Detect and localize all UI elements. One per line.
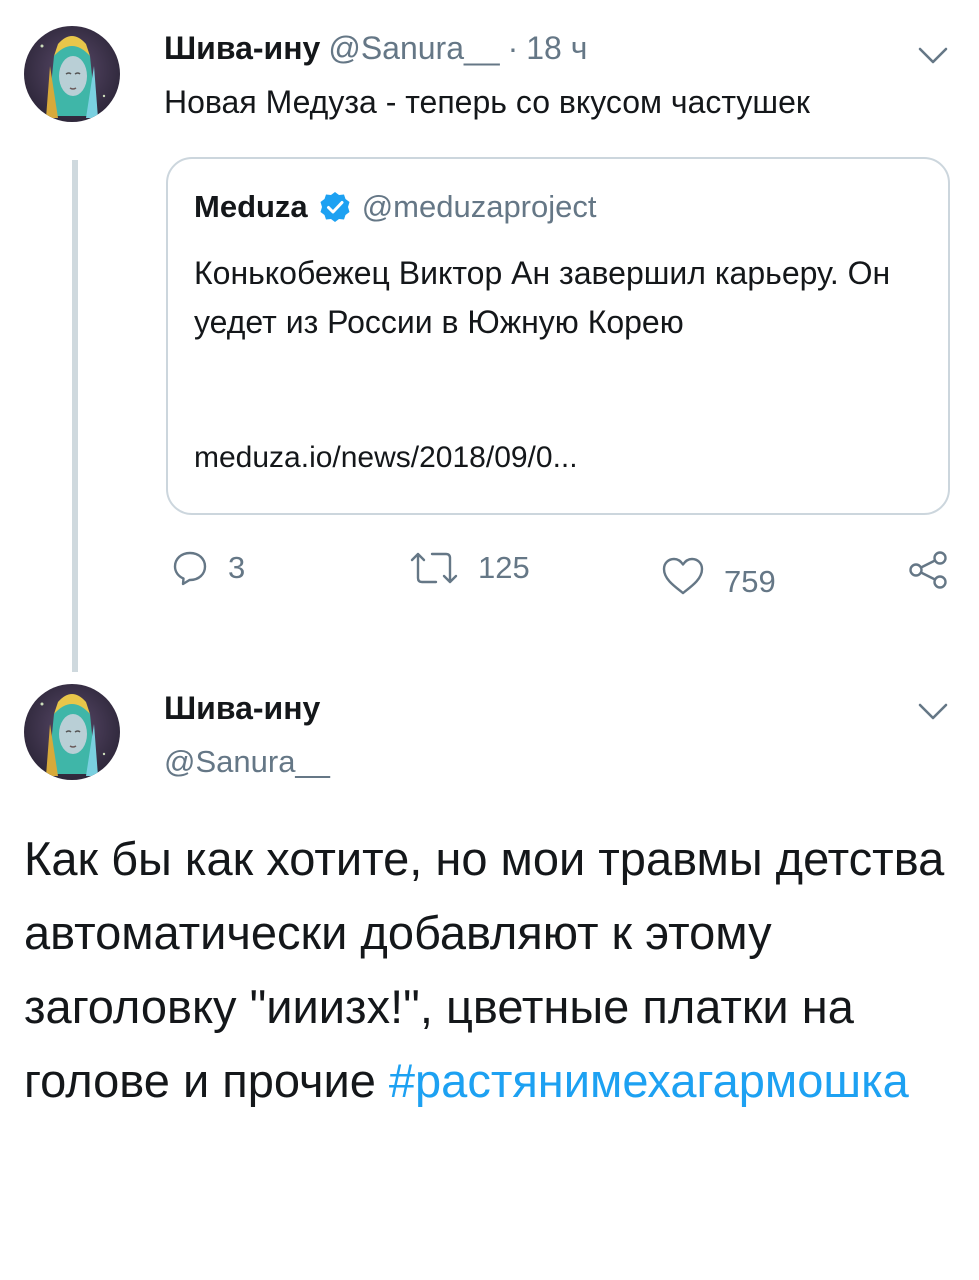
quote-author-handle: @meduzaproject — [361, 189, 597, 224]
separator-dot: · — [507, 30, 519, 66]
chevron-down-icon[interactable] — [916, 694, 950, 728]
like-icon — [662, 557, 704, 595]
avatar[interactable] — [24, 684, 120, 780]
verified-badge-icon — [320, 192, 350, 222]
quote-link[interactable]: meduza.io/news/2018/09/0... — [194, 441, 578, 475]
avatar-image — [24, 684, 120, 780]
tweet-header: Шива-ину @Sanura__ · 18 ч — [164, 30, 587, 67]
quoted-tweet-card[interactable]: Meduza @meduzaproject Конькобежец Виктор… — [166, 157, 950, 515]
tweet-time[interactable]: 18 ч — [526, 30, 587, 67]
avatar-image — [24, 26, 120, 122]
author-name[interactable]: Шива-ину — [164, 690, 320, 727]
hashtag-link[interactable]: #растянимехагармошка — [389, 1054, 909, 1107]
author-name[interactable]: Шива-ину — [164, 30, 320, 67]
quote-text: Конькобежец Виктор Ан завершил карьеру. … — [194, 255, 891, 340]
share-icon[interactable] — [906, 550, 950, 590]
reply-icon — [173, 551, 207, 586]
tweet-text: Как бы как хотите, но мои травмы детства… — [24, 822, 964, 1118]
quote-header: Meduza @meduzaproject — [194, 189, 597, 225]
chevron-down-icon[interactable] — [916, 38, 950, 72]
tweet-text: Новая Медуза - теперь со вкусом частушек — [164, 84, 810, 120]
author-handle[interactable]: @Sanura__ — [328, 30, 499, 67]
quote-author-name: Meduza — [194, 189, 308, 224]
reply-button[interactable]: 3 — [170, 548, 245, 588]
author-handle[interactable]: @Sanura__ — [164, 744, 330, 780]
thread-line — [72, 160, 78, 672]
retweet-count: 125 — [478, 550, 530, 585]
like-count: 759 — [724, 564, 776, 599]
retweet-icon — [410, 552, 458, 584]
retweet-button[interactable]: 125 — [408, 548, 530, 588]
like-button[interactable]: 759 — [660, 552, 776, 600]
reply-count: 3 — [228, 550, 246, 585]
avatar[interactable] — [24, 26, 120, 122]
